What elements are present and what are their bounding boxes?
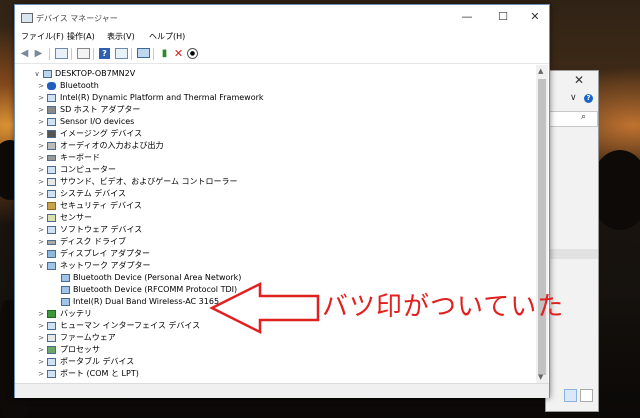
annotation-arrow-shape	[209, 281, 320, 335]
annotation-text: バツ印がついていた	[322, 292, 565, 322]
annotation-arrow	[209, 281, 320, 335]
